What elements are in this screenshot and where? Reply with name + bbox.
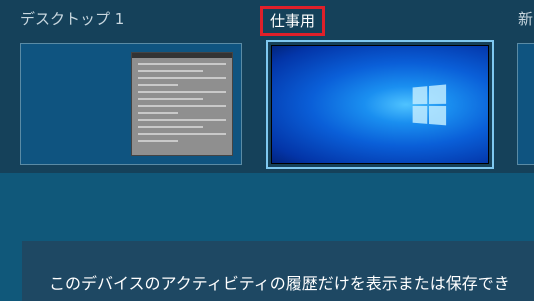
windows-wallpaper [271, 45, 489, 164]
desktop-thumbnail-2[interactable] [266, 40, 494, 169]
app-window-preview [131, 52, 233, 156]
desktop-label-1[interactable]: デスクトップ 1 [20, 8, 124, 29]
desktop-label-2[interactable]: 仕事用 [260, 6, 326, 36]
activity-notice-text: このデバイスのアクティビティの履歴だけを表示または保存でき [49, 274, 510, 293]
virtual-desktop-strip: デスクトップ 1 仕事用 新 [0, 0, 534, 173]
desktop-thumbnail-1[interactable] [20, 43, 242, 165]
windows-logo-icon [412, 84, 449, 127]
activity-history-panel: このデバイスのアクティビティの履歴だけを表示または保存でき [22, 241, 534, 301]
desktop-thumbnail-3[interactable] [517, 43, 534, 165]
desktop-label-3[interactable]: 新 [518, 8, 533, 29]
